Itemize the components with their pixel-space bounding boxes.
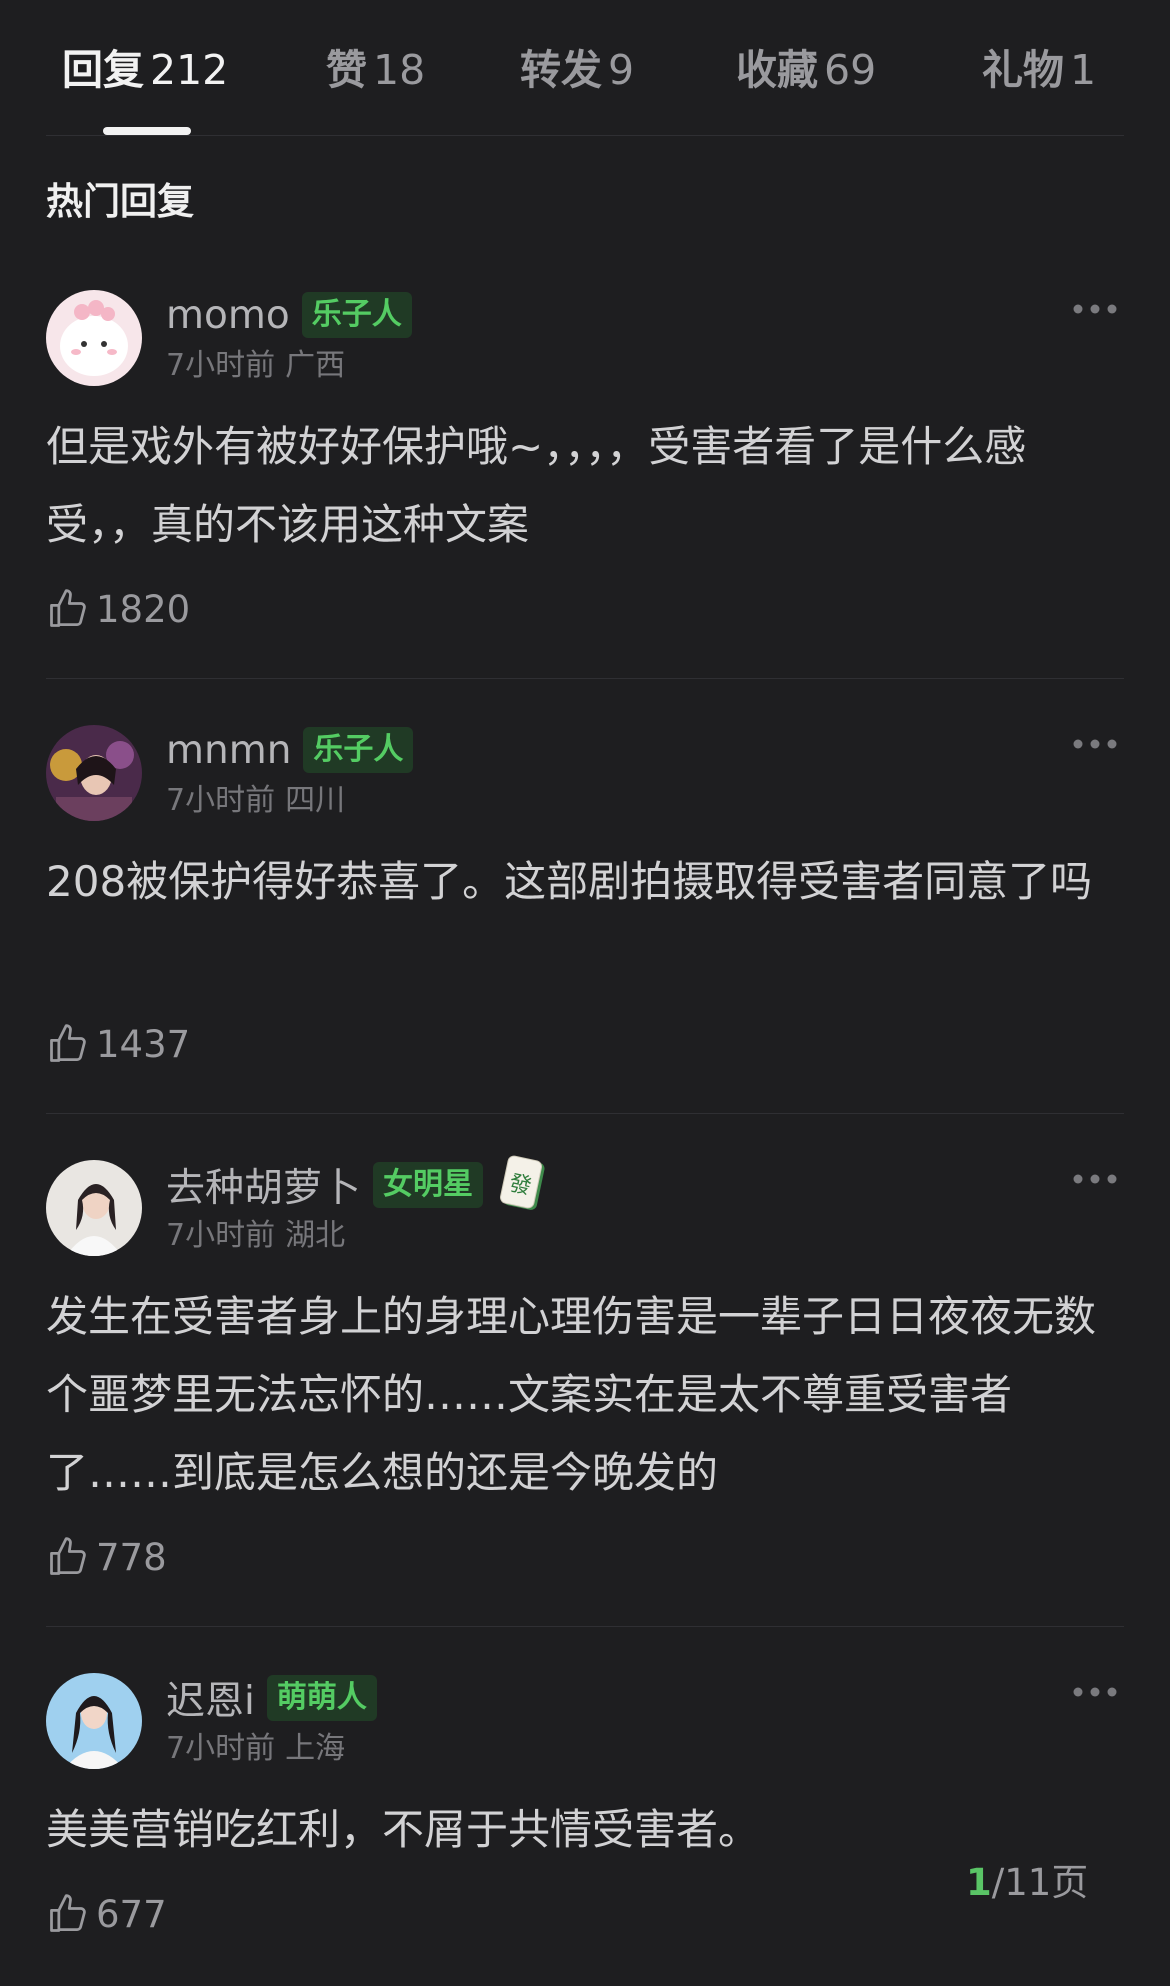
tab-label: 转发 xyxy=(520,46,602,94)
active-tab-indicator xyxy=(103,127,191,135)
divider xyxy=(46,678,1124,679)
thumbs-up-icon xyxy=(50,1537,86,1575)
like-count: 778 xyxy=(96,1535,167,1579)
tab-likes[interactable]: 赞 18 xyxy=(326,42,425,98)
like-count: 677 xyxy=(96,1892,167,1936)
comment-text: 美美营销吃红利，不屑于共情受害者。 xyxy=(46,1805,761,1854)
name-row: 去种胡萝卜 女明星 發 xyxy=(166,1155,549,1213)
tab-count: 1 xyxy=(1070,46,1097,94)
comment-meta: 7小时前 上海 xyxy=(166,1729,345,1769)
name-row: 迟恩i 萌萌人 xyxy=(166,1670,377,1726)
tab-favorites[interactable]: 收藏 69 xyxy=(736,42,876,98)
user-badge: 萌萌人 xyxy=(266,1675,377,1721)
avatar[interactable] xyxy=(46,725,142,821)
comment-time: 7小时前 xyxy=(166,348,276,383)
comment-text: 208被保护得好恭喜了。这部剧拍摄取得受害者同意了吗 xyxy=(46,857,1093,906)
tab-gifts[interactable]: 礼物 1 xyxy=(982,42,1096,98)
tab-count: 212 xyxy=(150,46,229,94)
username[interactable]: 去种胡萝卜 xyxy=(166,1157,361,1213)
tab-replies[interactable]: 回复 212 xyxy=(62,42,228,98)
avatar[interactable] xyxy=(46,1673,142,1769)
tab-count: 69 xyxy=(824,46,877,94)
user-badge: 乐子人 xyxy=(301,292,412,338)
username[interactable]: mnmn xyxy=(166,728,291,773)
tab-label: 礼物 xyxy=(982,46,1064,94)
thumbs-up-icon xyxy=(50,589,86,627)
comment-location: 广西 xyxy=(285,348,346,383)
user-badge: 乐子人 xyxy=(303,727,414,773)
like-button[interactable]: 778 xyxy=(46,1532,167,1582)
section-title: 热门回复 xyxy=(46,180,194,223)
tab-count: 18 xyxy=(373,46,426,94)
name-row: momo 乐子人 xyxy=(166,290,412,340)
current-page: 1 xyxy=(966,1861,992,1904)
comment-location: 上海 xyxy=(285,1731,346,1766)
tab-label: 赞 xyxy=(326,46,367,94)
comment-text: 但是戏外有被好好保护哦~，，，，受害者看了是什么感受，，真的不该用这种文案 xyxy=(46,422,1027,549)
like-count: 1437 xyxy=(96,1022,191,1066)
comment-meta: 7小时前 广西 xyxy=(166,346,345,386)
tab-label: 回复 xyxy=(62,46,144,94)
thumbs-up-icon xyxy=(50,1024,86,1062)
comment-time: 7小时前 xyxy=(166,1731,276,1766)
mahjong-fa-tile-icon: 發 xyxy=(497,1154,549,1216)
user-badge: 女明星 xyxy=(373,1162,484,1208)
comment-meta: 7小时前 湖北 xyxy=(166,1216,345,1256)
like-button[interactable]: 1820 xyxy=(46,584,190,634)
tab-count: 9 xyxy=(608,46,635,94)
divider xyxy=(46,1626,1124,1627)
username[interactable]: momo xyxy=(166,293,290,338)
tab-bar: 回复 212 赞 18 转发 9 收藏 69 礼物 1 xyxy=(46,0,1124,136)
like-button[interactable]: 677 xyxy=(46,1889,167,1939)
avatar[interactable] xyxy=(46,290,142,386)
more-dots-icon[interactable] xyxy=(1070,1677,1120,1707)
more-dots-icon[interactable] xyxy=(1070,1164,1120,1194)
comment-text: 发生在受害者身上的身理心理伤害是一辈子日日夜夜无数个噩梦里无法忘怀的……文案实在… xyxy=(46,1292,1097,1497)
comment-time: 7小时前 xyxy=(166,1218,276,1253)
name-row: mnmn 乐子人 xyxy=(166,725,414,775)
username[interactable]: 迟恩i xyxy=(166,1670,255,1726)
comment-meta: 7小时前 四川 xyxy=(166,781,345,821)
page-total: /11页 xyxy=(991,1861,1089,1904)
comment-location: 四川 xyxy=(285,783,346,818)
like-count: 1820 xyxy=(96,587,191,631)
like-button[interactable]: 1437 xyxy=(46,1019,190,1069)
more-dots-icon[interactable] xyxy=(1070,294,1120,324)
comment-time: 7小时前 xyxy=(166,783,276,818)
page-indicator[interactable]: 1/11页 xyxy=(966,1858,1088,1908)
thumbs-up-icon xyxy=(50,1894,86,1932)
divider xyxy=(46,1113,1124,1114)
avatar[interactable] xyxy=(46,1160,142,1256)
tab-reposts[interactable]: 转发 9 xyxy=(520,42,634,98)
comment-location: 湖北 xyxy=(285,1218,346,1253)
tab-label: 收藏 xyxy=(736,46,818,94)
more-dots-icon[interactable] xyxy=(1070,729,1120,759)
